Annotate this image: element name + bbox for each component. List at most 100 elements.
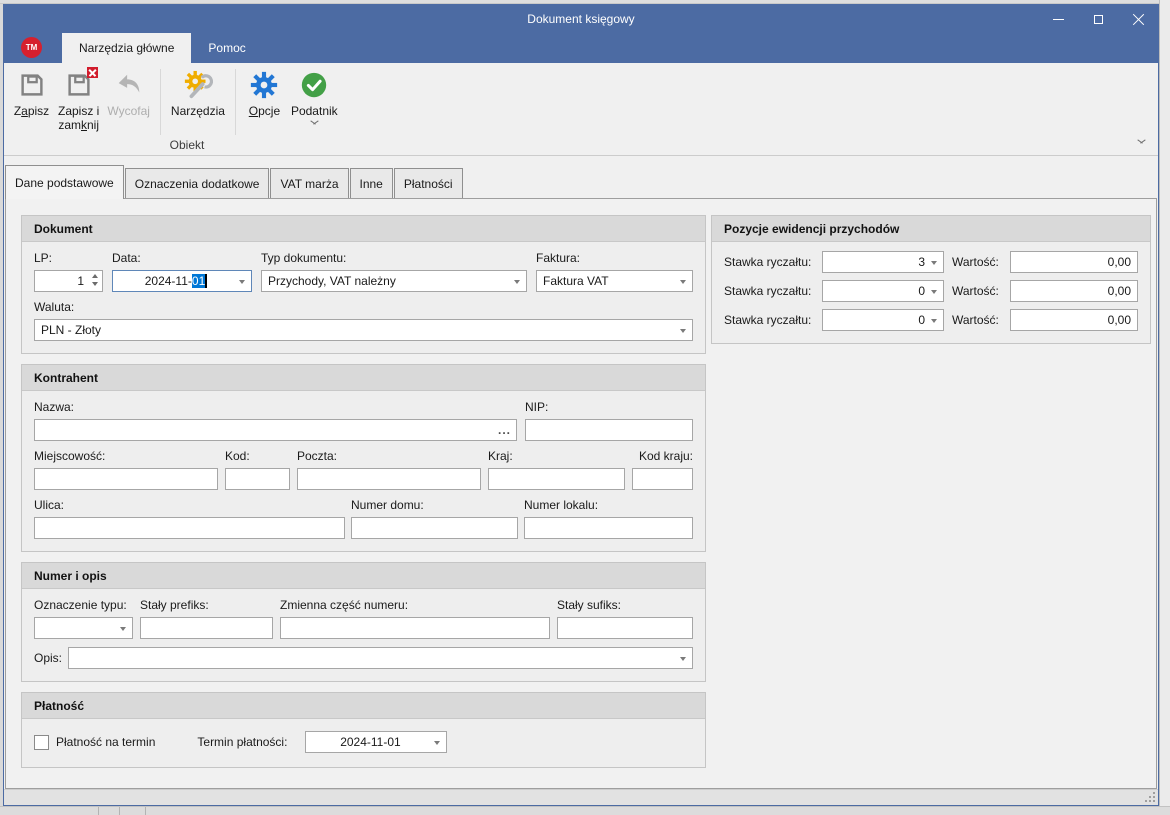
- lp-spinner[interactable]: 1: [34, 270, 103, 292]
- dropdown-arrow-icon[interactable]: [514, 280, 520, 284]
- background-app-strip-bottom: [0, 806, 1170, 815]
- zmienna-czesc-numeru-input[interactable]: [280, 617, 550, 639]
- wycofaj-label: Wycofaj: [107, 104, 150, 118]
- wartosc-input-3[interactable]: 0,00: [1010, 309, 1138, 331]
- undo-icon: [113, 69, 145, 101]
- dropdown-arrow-icon[interactable]: [931, 319, 937, 323]
- save-icon: [16, 69, 48, 101]
- tab-platnosci[interactable]: Płatności: [394, 168, 463, 198]
- background-divider: [98, 807, 99, 815]
- tab-content-dane-podstawowe: Dokument LP: 1: [5, 198, 1157, 789]
- typ-dokumentu-value: Przychody, VAT należny: [268, 274, 396, 288]
- opis-combo[interactable]: [68, 647, 693, 669]
- opcje-button[interactable]: Opcje: [242, 68, 287, 118]
- dropdown-arrow-icon[interactable]: [680, 329, 686, 333]
- stawka-ryczaltu-combo-2[interactable]: 0: [822, 280, 944, 302]
- miejscowosc-input[interactable]: [34, 468, 218, 490]
- typ-dokumentu-combo[interactable]: Przychody, VAT należny: [261, 270, 527, 292]
- pozycje-row-2: Stawka ryczałtu: 0 Wartość: 0,00: [724, 280, 1138, 302]
- termin-platnosci-date-field[interactable]: 2024-11-01: [305, 731, 447, 753]
- miejscowosc-label: Miejscowość:: [34, 449, 218, 463]
- tab-vat-marza[interactable]: VAT marża: [270, 168, 348, 198]
- tab-oznaczenia-dodatkowe[interactable]: Oznaczenia dodatkowe: [125, 168, 270, 198]
- zapisz-i-zamknij-button[interactable]: Zapisz i zamknij: [54, 68, 103, 132]
- nazwa-label: Nazwa:: [34, 400, 517, 414]
- ribbon-separator: [235, 69, 236, 135]
- dropdown-arrow-icon[interactable]: [931, 290, 937, 294]
- poczta-input[interactable]: [297, 468, 481, 490]
- narzedzia-button[interactable]: Narzędzia: [167, 68, 229, 118]
- dropdown-arrow-icon[interactable]: [239, 280, 245, 284]
- section-kontrahent: Kontrahent Nazwa: ... NIP:: [21, 364, 706, 552]
- dropdown-arrow-icon[interactable]: [120, 627, 126, 631]
- titlebar[interactable]: Dokument księgowy: [4, 5, 1158, 33]
- numer-domu-input[interactable]: [351, 517, 518, 539]
- wycofaj-button[interactable]: Wycofaj: [103, 68, 154, 118]
- termin-platnosci-value: 2024-11-01: [340, 735, 401, 749]
- wartosc-label: Wartość:: [952, 284, 1010, 298]
- section-dokument: Dokument LP: 1: [21, 215, 706, 354]
- oznaczenie-typu-label: Oznaczenie typu:: [34, 598, 133, 612]
- app-logo[interactable]: TM: [21, 37, 42, 58]
- document-tab-strip: Dane podstawowe Oznaczenia dodatkowe VAT…: [4, 164, 1158, 198]
- zmienna-czesc-label: Zmienna część numeru:: [280, 598, 550, 612]
- gear-icon: [248, 69, 280, 101]
- kraj-label: Kraj:: [488, 449, 625, 463]
- spin-down-icon[interactable]: [92, 282, 98, 286]
- maximize-button[interactable]: [1078, 5, 1118, 33]
- ribbon-tab-row: TM Narzędzia główne Pomoc: [4, 33, 1158, 63]
- right-column: Pozycje ewidencji przychodów Stawka rycz…: [711, 215, 1151, 354]
- section-title: Pozycje ewidencji przychodów: [724, 222, 899, 236]
- wartosc-input-2[interactable]: 0,00: [1010, 280, 1138, 302]
- platnosc-na-termin-checkbox[interactable]: [34, 735, 49, 750]
- numer-lokalu-input[interactable]: [524, 517, 693, 539]
- zapisz-button[interactable]: Zapisz: [9, 68, 54, 118]
- background-app-strip-right: [1159, 0, 1170, 815]
- minimize-icon: [1053, 19, 1064, 20]
- pozycje-row-1: Stawka ryczałtu: 3 Wartość: 0,00: [724, 251, 1138, 273]
- dropdown-arrow-icon[interactable]: [680, 657, 686, 661]
- faktura-label: Faktura:: [536, 251, 693, 265]
- ribbon-tab-pomoc[interactable]: Pomoc: [191, 33, 262, 63]
- data-date-field[interactable]: 2024-11-01: [112, 270, 252, 292]
- staly-prefiks-input[interactable]: [140, 617, 273, 639]
- staly-sufiks-input[interactable]: [557, 617, 693, 639]
- resize-grip[interactable]: [1153, 800, 1155, 802]
- tab-inne[interactable]: Inne: [350, 168, 393, 198]
- ribbon-collapse-button[interactable]: [1137, 133, 1146, 147]
- section-title: Numer i opis: [34, 569, 107, 583]
- nazwa-input[interactable]: ...: [34, 419, 517, 441]
- browse-ellipsis-button[interactable]: ...: [498, 420, 511, 440]
- date-value: 2024-11-: [145, 274, 192, 288]
- pozycje-row-3: Stawka ryczałtu: 0 Wartość: 0,00: [724, 309, 1138, 331]
- text-caret: [205, 274, 207, 288]
- wartosc-input-1[interactable]: 0,00: [1010, 251, 1138, 273]
- dropdown-arrow-icon[interactable]: [680, 280, 686, 284]
- section-title: Płatność: [34, 699, 84, 713]
- podatnik-button[interactable]: Podatnik: [287, 68, 342, 125]
- dropdown-arrow-icon[interactable]: [931, 261, 937, 265]
- spin-up-icon[interactable]: [92, 274, 98, 278]
- nip-input[interactable]: [525, 419, 693, 441]
- minimize-button[interactable]: [1038, 5, 1078, 33]
- dropdown-arrow-icon[interactable]: [434, 741, 440, 745]
- kod-input[interactable]: [225, 468, 290, 490]
- section-numer-i-opis-header: Numer i opis: [22, 563, 705, 589]
- close-button[interactable]: [1118, 5, 1158, 33]
- ulica-input[interactable]: [34, 517, 345, 539]
- faktura-combo[interactable]: Faktura VAT: [536, 270, 693, 292]
- ribbon-tab-narzedzia-glowne[interactable]: Narzędzia główne: [62, 33, 191, 63]
- wartosc-label: Wartość:: [952, 313, 1010, 327]
- check-circle-icon: [298, 69, 330, 101]
- waluta-value: PLN - Złoty: [41, 323, 101, 337]
- kraj-input[interactable]: [488, 468, 625, 490]
- section-title: Kontrahent: [34, 371, 98, 385]
- waluta-combo[interactable]: PLN - Złoty: [34, 319, 693, 341]
- stawka-ryczaltu-combo-3[interactable]: 0: [822, 309, 944, 331]
- spinner-buttons[interactable]: [92, 274, 98, 286]
- kod-kraju-input[interactable]: [632, 468, 693, 490]
- stawka-ryczaltu-combo-1[interactable]: 3: [822, 251, 944, 273]
- data-label: Data:: [112, 251, 252, 265]
- oznaczenie-typu-combo[interactable]: [34, 617, 133, 639]
- tab-dane-podstawowe[interactable]: Dane podstawowe: [5, 165, 124, 199]
